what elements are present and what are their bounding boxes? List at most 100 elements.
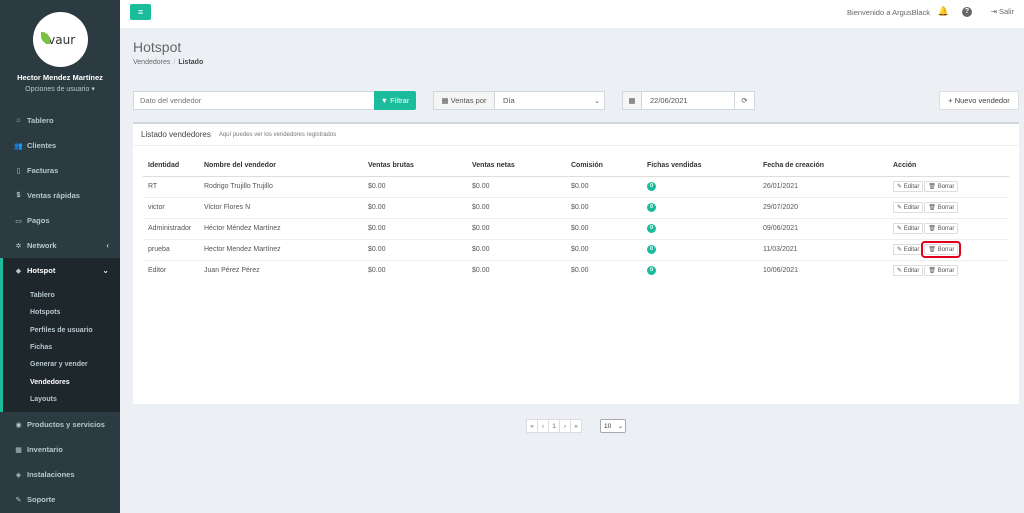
filter-button[interactable]: ▼ Filtrar bbox=[374, 91, 416, 110]
page-title: Hotspot bbox=[133, 39, 182, 55]
edit-button[interactable]: ✎ Editar bbox=[893, 223, 924, 234]
chevron-down-icon: ⌄ bbox=[617, 423, 623, 430]
trash-icon: 🗑 bbox=[928, 247, 938, 253]
submenu-item-layouts[interactable]: Layouts bbox=[3, 391, 120, 408]
edit-icon: ✎ bbox=[897, 205, 904, 211]
search-input[interactable] bbox=[133, 91, 375, 110]
column-header: Identidad bbox=[143, 156, 199, 177]
refresh-button[interactable]: ⟳ bbox=[734, 91, 755, 110]
date-input[interactable]: 22/06/2021 bbox=[641, 91, 735, 110]
logout-link[interactable]: ⇥ Salir bbox=[991, 7, 1014, 16]
cell-created: 26/01/2021 bbox=[758, 175, 888, 197]
per-page-value: 10 bbox=[604, 422, 612, 430]
new-seller-button[interactable]: + Nuevo vendedor bbox=[939, 91, 1019, 110]
hotspot-submenu: Tablero Hotspots Perfiles de usuario Fichas… bbox=[0, 283, 120, 413]
cell-net: $0.00 bbox=[467, 175, 566, 197]
sidebar-menu: ⌂ Tablero 👥 Clientes ▯ Facturas $ Ventas rápida… bbox=[0, 108, 120, 512]
cell-net: $0.00 bbox=[467, 217, 566, 239]
table-header-row: Identidad Nombre del vendedor Ventas bruta… bbox=[143, 156, 1009, 177]
sidebar-item-pagos[interactable]: ▭ Pagos bbox=[0, 208, 120, 233]
cell-name: Hector Mendez Martínez bbox=[199, 238, 363, 260]
cell-gross: $0.00 bbox=[363, 259, 467, 281]
calendar-icon: ▦ bbox=[441, 96, 449, 105]
submenu-item-hotspots[interactable]: Hotspots bbox=[3, 304, 120, 321]
column-header: Nombre del vendedor bbox=[199, 156, 363, 177]
cell-commission: $0.00 bbox=[566, 259, 642, 281]
sidebar-item-label: Soporte bbox=[27, 495, 56, 505]
bell-icon[interactable]: 🔔 bbox=[938, 6, 949, 17]
sold-badge: 0 bbox=[647, 182, 656, 191]
sidebar-item-facturas[interactable]: ▯ Facturas bbox=[0, 158, 120, 183]
cell-commission: $0.00 bbox=[566, 196, 642, 218]
submenu-item-fichas[interactable]: Fichas bbox=[3, 339, 120, 356]
breadcrumb-parent[interactable]: Vendedores bbox=[133, 59, 170, 66]
cell-commission: $0.00 bbox=[566, 217, 642, 239]
edit-button[interactable]: ✎ Editar bbox=[893, 181, 924, 192]
wifi-icon: ◆ bbox=[15, 267, 22, 275]
cell-id: Administrador bbox=[143, 217, 199, 239]
submenu-item-tablero[interactable]: Tablero bbox=[3, 287, 120, 304]
sidebar-item-label: Instalaciones bbox=[27, 470, 75, 480]
table-row: victor Victor Flores N $0.00 $0.00 $0.00 0 29/… bbox=[143, 196, 1009, 218]
submenu-item-generar-y-vender[interactable]: Generar y vender bbox=[3, 356, 120, 373]
date-value: 22/06/2021 bbox=[650, 96, 688, 105]
sidebar-item-ventas-rapidas[interactable]: $ Ventas rápidas bbox=[0, 183, 120, 208]
last-page-button[interactable]: » bbox=[570, 419, 582, 433]
sidebar-item-hotspot[interactable]: ◆ Hotspot ⌄ bbox=[0, 258, 120, 283]
submenu-item-vendedores[interactable]: Vendedores bbox=[3, 373, 120, 390]
edit-icon: ✎ bbox=[897, 226, 904, 232]
delete-button[interactable]: 🗑 Borrar bbox=[924, 202, 959, 213]
sellers-table: Identidad Nombre del vendedor Ventas bruta… bbox=[143, 156, 1009, 281]
cell-name: Rodrigo Trujillo Trujillo bbox=[199, 175, 363, 197]
hamburger-icon: ≡ bbox=[137, 7, 144, 17]
sidebar-item-label: Facturas bbox=[27, 166, 59, 175]
date-addon: ▦ bbox=[622, 91, 642, 110]
cell-name: Héctor Méndez Martínez bbox=[199, 217, 363, 239]
money-icon: ▭ bbox=[15, 217, 22, 225]
edit-button[interactable]: ✎ Editar bbox=[893, 244, 924, 255]
sidebar-item-label: Hotspot bbox=[27, 266, 56, 275]
cell-id: Editor bbox=[143, 259, 199, 281]
user-options-dropdown[interactable]: Opciones de usuario ▾ bbox=[0, 85, 120, 93]
hotspot-submenu-list: Tablero Hotspots Perfiles de usuario Fichas… bbox=[3, 283, 120, 413]
cell-actions: ✎ Editar 🗑 Borrar bbox=[888, 175, 1009, 197]
table-row: Administrador Héctor Méndez Martínez $0.00… bbox=[143, 217, 1009, 239]
sidebar-item-label: Network bbox=[27, 241, 57, 250]
delete-label: Borrar bbox=[937, 226, 955, 232]
tags-icon: ◉ bbox=[15, 421, 22, 429]
column-header: Ventas netas bbox=[467, 156, 566, 177]
sidebar-toggle-button[interactable]: ≡ bbox=[130, 4, 151, 20]
caret-down-icon: ▾ bbox=[91, 86, 95, 93]
sidebar-item-productos-y-servicios[interactable]: ◉ Productos y servicios bbox=[0, 412, 120, 437]
edit-button[interactable]: ✎ Editar bbox=[893, 202, 924, 213]
filter-label: Filtrar bbox=[390, 96, 410, 105]
sidebar-item-network[interactable]: ✲ Network ‹ bbox=[0, 233, 120, 258]
delete-button[interactable]: 🗑 Borrar bbox=[924, 181, 959, 192]
help-icon[interactable]: ? bbox=[962, 7, 972, 17]
cell-sold: 0 bbox=[642, 238, 758, 260]
cell-created: 29/07/2020 bbox=[758, 196, 888, 218]
sidebar-item-inventario[interactable]: ▦ Inventario bbox=[0, 437, 120, 462]
sidebar-item-soporte[interactable]: ✎ Soporte bbox=[0, 487, 120, 512]
delete-button[interactable]: 🗑 Borrar bbox=[924, 223, 959, 234]
cell-net: $0.00 bbox=[467, 238, 566, 260]
breadcrumb: Vendedores / Listado bbox=[133, 59, 203, 66]
sidebar-item-clientes[interactable]: 👥 Clientes bbox=[0, 133, 120, 158]
delete-button[interactable]: 🗑 Borrar bbox=[924, 265, 959, 277]
sidebar-item-label: Productos y servicios bbox=[27, 420, 105, 430]
edit-label: Editar bbox=[903, 268, 920, 275]
sidebar-item-tablero[interactable]: ⌂ Tablero bbox=[0, 108, 120, 133]
edit-button[interactable]: ✎ Editar bbox=[893, 265, 924, 277]
per-page-select[interactable]: 10 ⌄ bbox=[600, 419, 626, 433]
delete-button[interactable]: 🗑 Borrar bbox=[921, 241, 962, 258]
ventas-por-label: Ventas por bbox=[450, 96, 487, 105]
sidebar-item-instalaciones[interactable]: ◈ Instalaciones bbox=[0, 462, 120, 487]
cell-gross: $0.00 bbox=[363, 196, 467, 218]
users-icon: 👥 bbox=[14, 142, 23, 150]
submenu-item-perfiles-de-usuario[interactable]: Perfiles de usuario bbox=[3, 322, 120, 339]
period-select[interactable]: Día ⌄ bbox=[494, 91, 605, 110]
cell-actions: ✎ Editar 🗑 Borrar bbox=[888, 259, 1009, 281]
breadcrumb-current: Listado bbox=[178, 59, 204, 66]
cell-actions: ✎ Editar 🗑 Borrar bbox=[888, 238, 1009, 260]
period-value: Día bbox=[503, 96, 515, 105]
